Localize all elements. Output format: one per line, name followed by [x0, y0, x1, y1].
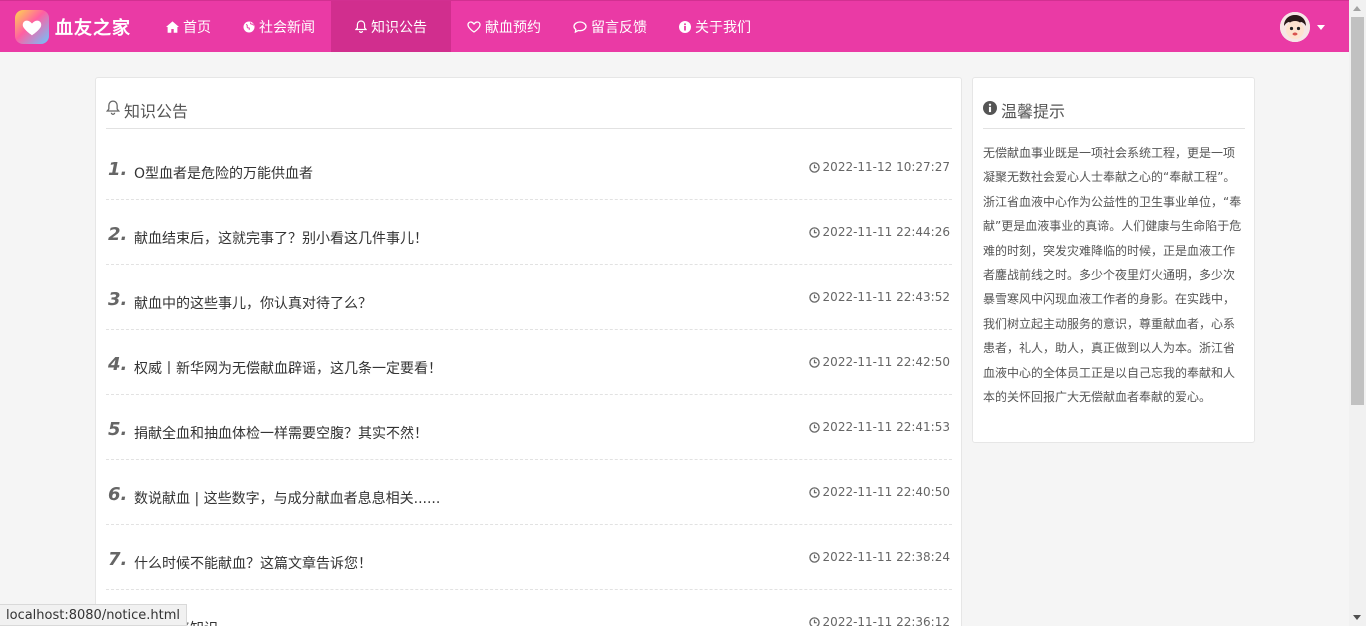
- date-text: 2022-11-11 22:44:26: [822, 225, 950, 239]
- item-title[interactable]: 献血结束后，这就完事了？别小看这几件事儿！: [134, 228, 428, 248]
- info-icon: [679, 20, 691, 33]
- globe-icon: [243, 21, 255, 33]
- nav-item-home[interactable]: 首页: [150, 1, 227, 52]
- list-item[interactable]: 6. 数说献血 | 这些数字，与成分献血者息息相关...... 2022-11-…: [106, 460, 952, 525]
- item-date: 2022-11-11 22:38:24: [808, 550, 950, 564]
- clock-icon: [808, 291, 820, 303]
- item-date: 2022-11-11 22:41:53: [808, 420, 950, 434]
- item-title[interactable]: 权威丨新华网为无偿献血辟谣，这几条一定要看！: [134, 358, 442, 378]
- item-number: 7.: [108, 549, 128, 570]
- item-date: 2022-11-12 10:27:27: [808, 160, 950, 174]
- vertical-scrollbar[interactable]: [1349, 0, 1366, 626]
- date-text: 2022-11-11 22:43:52: [822, 290, 950, 304]
- nav-label-about: 关于我们: [695, 19, 751, 36]
- list-item[interactable]: 2. 献血结束后，这就完事了？别小看这几件事儿！ 2022-11-11 22:4…: [106, 200, 952, 265]
- date-text: 2022-11-11 22:40:50: [822, 485, 950, 499]
- tips-panel: 温馨提示 无偿献血事业既是一项社会系统工程，更是一项凝聚无数社会爱心人士奉献之心…: [972, 77, 1255, 443]
- avatar[interactable]: [1280, 12, 1310, 42]
- nav-label-social-news: 社会新闻: [259, 19, 315, 36]
- date-text: 2022-11-11 22:41:53: [822, 420, 950, 434]
- list-item[interactable]: 4. 权威丨新华网为无偿献血辟谣，这几条一定要看！ 2022-11-11 22:…: [106, 330, 952, 395]
- status-bar-url: localhost:8080/notice.html: [0, 604, 187, 626]
- item-title[interactable]: 什么时候不能献血？这篇文章告诉您！: [134, 553, 372, 573]
- item-date: 2022-11-11 22:44:26: [808, 225, 950, 239]
- notice-list: 1. O型血者是危险的万能供血者 2022-11-12 10:27:27 2. …: [106, 135, 952, 626]
- item-number: 3.: [108, 289, 128, 310]
- nav-item-about[interactable]: 关于我们: [663, 1, 767, 52]
- item-title[interactable]: 献血中的这些事儿，你认真对待了么？: [134, 293, 372, 313]
- user-menu[interactable]: [1280, 12, 1325, 42]
- heart-logo-icon: [15, 10, 49, 44]
- list-item[interactable]: 8. 献血科普知识 2022-11-11 22:36:12: [106, 590, 952, 626]
- bell-icon: [355, 20, 367, 33]
- notice-panel: 知识公告 1. O型血者是危险的万能供血者 2022-11-12 10:27:2…: [95, 77, 962, 626]
- item-number: 4.: [108, 354, 128, 375]
- date-text: 2022-11-11 22:42:50: [822, 355, 950, 369]
- clock-icon: [808, 486, 820, 498]
- item-title[interactable]: 数说献血 | 这些数字，与成分献血者息息相关......: [134, 488, 440, 508]
- scroll-up-icon[interactable]: [1353, 6, 1361, 11]
- nav-label-home: 首页: [183, 19, 211, 36]
- page-title: 知识公告: [124, 102, 189, 121]
- tips-title: 温馨提示: [1001, 102, 1066, 121]
- clock-icon: [808, 616, 820, 626]
- clock-icon: [808, 226, 820, 238]
- item-date: 2022-11-11 22:42:50: [808, 355, 950, 369]
- clock-icon: [808, 356, 820, 368]
- brand-name: 血友之家: [55, 18, 131, 39]
- scroll-down-icon[interactable]: [1353, 615, 1361, 620]
- brand[interactable]: 血友之家: [15, 10, 131, 44]
- nav-label-notices: 知识公告: [371, 19, 427, 36]
- item-title[interactable]: 捐献全血和抽血体检一样需要空腹？其实不然！: [134, 423, 428, 443]
- list-item[interactable]: 3. 献血中的这些事儿，你认真对待了么？ 2022-11-11 22:43:52: [106, 265, 952, 330]
- item-date: 2022-11-11 22:36:12: [808, 615, 950, 626]
- chevron-down-icon[interactable]: [1317, 24, 1325, 30]
- clock-icon: [808, 551, 820, 563]
- list-item[interactable]: 1. O型血者是危险的万能供血者 2022-11-12 10:27:27: [106, 135, 952, 200]
- nav-item-notices[interactable]: 知识公告: [331, 1, 451, 52]
- tips-text: 无偿献血事业既是一项社会系统工程，更是一项凝聚无数社会爱心人士奉献之心的“奉献工…: [983, 146, 1242, 405]
- clock-icon: [808, 161, 820, 173]
- top-navbar: 血友之家 首页 社会新闻 知识公告 献血预约 留言反馈 关于我们: [0, 0, 1349, 52]
- item-date: 2022-11-11 22:40:50: [808, 485, 950, 499]
- item-number: 1.: [108, 159, 128, 180]
- scroll-thumb[interactable]: [1351, 17, 1364, 405]
- list-item[interactable]: 5. 捐献全血和抽血体检一样需要空腹？其实不然！ 2022-11-11 22:4…: [106, 395, 952, 460]
- nav-item-feedback[interactable]: 留言反馈: [557, 1, 663, 52]
- item-date: 2022-11-11 22:43:52: [808, 290, 950, 304]
- item-title[interactable]: O型血者是危险的万能供血者: [134, 163, 313, 183]
- date-text: 2022-11-11 22:38:24: [822, 550, 950, 564]
- nav-item-social-news[interactable]: 社会新闻: [227, 1, 331, 52]
- nav-label-donation-booking: 献血预约: [485, 19, 541, 36]
- heart-icon: [467, 20, 481, 33]
- clock-icon: [808, 421, 820, 433]
- home-icon: [166, 20, 179, 33]
- nav-item-donation-booking[interactable]: 献血预约: [451, 1, 557, 52]
- date-text: 2022-11-12 10:27:27: [822, 160, 950, 174]
- panel-header: 知识公告: [105, 98, 952, 129]
- item-number: 5.: [108, 419, 128, 440]
- date-text: 2022-11-11 22:36:12: [822, 615, 950, 626]
- nav-label-feedback: 留言反馈: [591, 19, 647, 36]
- list-item[interactable]: 7. 什么时候不能献血？这篇文章告诉您！ 2022-11-11 22:38:24: [106, 525, 952, 590]
- info-icon: [983, 100, 997, 119]
- item-number: 6.: [108, 484, 128, 505]
- bell-icon: [105, 100, 121, 119]
- item-number: 2.: [108, 224, 128, 245]
- comments-icon: [573, 20, 587, 33]
- main-nav: 首页 社会新闻 知识公告 献血预约 留言反馈 关于我们: [150, 1, 767, 52]
- tips-header: 温馨提示: [983, 98, 1245, 129]
